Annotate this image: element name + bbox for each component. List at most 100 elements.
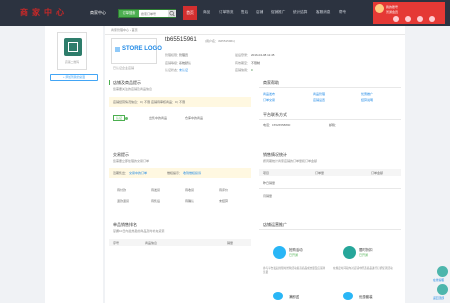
- nav-store[interactable]: 店铺: [256, 10, 263, 15]
- search-input[interactable]: [141, 11, 167, 16]
- store-username: (用户名：tb65515961): [205, 39, 235, 43]
- promo-status: 已开通: [359, 253, 369, 257]
- card-subtitle: 您需要立即处理的交易订单: [113, 159, 150, 163]
- meta-value: 0: [251, 68, 253, 72]
- col-header: 订单量: [315, 170, 325, 175]
- verify-status-link[interactable]: 未认证: [179, 68, 188, 72]
- promo-name[interactable]: 优惠套装: [359, 294, 373, 299]
- help-link[interactable]: 结算说明: [361, 98, 373, 102]
- meta-label: 有效期至：: [235, 61, 251, 65]
- divider: [259, 119, 401, 120]
- discount-icon[interactable]: [343, 246, 356, 259]
- site-logo[interactable]: 商家中心: [20, 7, 68, 18]
- table-row-label: 昨日销量: [263, 181, 276, 185]
- trade-cell[interactable]: 待评价: [219, 188, 228, 192]
- divider: [259, 188, 401, 189]
- nav-statistics[interactable]: 统计结算: [293, 10, 307, 15]
- sales-ranking-card: 单品销售排名 掌握10日内最热卖的商品及时补充货源 序号 商品信息 销量: [109, 222, 251, 262]
- meta-label: 店铺等级：: [165, 61, 181, 65]
- card-subtitle: 按周期统计商家店铺的订单量和订单金额: [263, 159, 318, 163]
- bundle-icon[interactable]: [343, 292, 353, 300]
- contact-email: 邮箱：: [329, 123, 339, 127]
- bar-text: 维权提示：: [167, 171, 183, 175]
- gift-icon[interactable]: [273, 292, 283, 300]
- avatar[interactable]: [375, 4, 384, 13]
- trade-cell[interactable]: 未结算: [219, 199, 228, 203]
- user-panel[interactable]: 我的账号 普通会员: [373, 2, 445, 24]
- top-navbar: 商家中心 商家中心 订单搜索 首页 商品 订单物流 售后 店铺 促销推广 统计结…: [0, 0, 450, 26]
- goods-in-warehouse-link[interactable]: 仓库中的商品: [185, 116, 203, 120]
- store-logo-text: STORE LOGO: [122, 46, 162, 52]
- divider: [259, 229, 401, 230]
- meta-label: 最后登录：: [235, 53, 251, 57]
- trade-cell[interactable]: 待付款: [117, 188, 126, 192]
- goods-on-sale-link[interactable]: 出售中的商品: [149, 116, 167, 120]
- promo-name[interactable]: 限时折扣: [359, 247, 373, 252]
- meta-label: 管理权限：: [165, 53, 181, 57]
- settings-icon[interactable]: [405, 16, 411, 22]
- help-link[interactable]: 订单交易: [263, 98, 275, 102]
- col-header: 序号: [113, 240, 120, 245]
- add-to-desktop-button[interactable]: + 添加到我的桌面: [50, 74, 98, 81]
- help-link[interactable]: 商品管理: [313, 92, 325, 96]
- trade-cell[interactable]: 待收货: [185, 188, 194, 192]
- rail-label[interactable]: 在线客服: [433, 278, 444, 282]
- store-verify-label: 已认证企业店铺: [113, 66, 135, 70]
- promo-name[interactable]: 满即送: [289, 294, 299, 299]
- alert-bar: 店铺经营情况信息：0 | 不限 店铺待审核商品：0 | 不限: [109, 97, 251, 107]
- rail-label[interactable]: 返回顶部: [433, 296, 444, 300]
- help-link[interactable]: 商品发布: [263, 92, 275, 96]
- store-id: tb65515961: [165, 37, 197, 43]
- left-panel: 店铺二维码 + 添加到我的桌面: [45, 26, 103, 303]
- promo-name[interactable]: 抢购活动: [289, 247, 303, 252]
- bar-link[interactable]: 交易中的订单: [129, 171, 147, 175]
- message-icon[interactable]: [417, 16, 423, 22]
- nav-home[interactable]: 首页: [183, 6, 197, 20]
- card-title: 商家帮助: [263, 80, 279, 85]
- verify-badge[interactable]: 认证: [113, 115, 125, 121]
- alert-bar-text: 店铺经营情况信息：0 | 不限 店铺待审核商品：0 | 不限: [113, 100, 186, 104]
- card-title: 平台联系方式: [263, 112, 287, 117]
- flash-sale-icon[interactable]: [273, 246, 286, 259]
- seller-center-title[interactable]: 商家中心: [90, 10, 106, 16]
- search-box: 订单搜索: [118, 9, 176, 18]
- qr-caption: 店铺二维码: [65, 60, 79, 64]
- promo-desc: 在规定时间段内对店铺中所选商品进行打折促销活动: [333, 267, 393, 270]
- qr-code-icon: [64, 38, 82, 56]
- card-title: 店铺运营推广: [263, 222, 287, 227]
- promo-desc: 参与平台发起的限时抢购活动提高商品成交量及店铺浏览量: [263, 267, 326, 274]
- nav-help[interactable]: 帮专: [339, 10, 346, 15]
- main-content: 商家管理中心 › 首页 STORE LOGO 已认证企业店铺 tb6551596…: [105, 26, 405, 303]
- customer-service-icon[interactable]: [437, 266, 448, 277]
- help-link[interactable]: 店铺设置: [313, 98, 325, 102]
- user-level: 普通会员: [386, 10, 399, 14]
- nav-promotion[interactable]: 促销推广: [271, 10, 285, 15]
- merchant-help-card: 商家帮助 商品发布 商品管理 优惠推广 订单交易 店铺设置 结算说明: [259, 80, 401, 110]
- search-button[interactable]: [168, 10, 176, 17]
- platform-contact-card: 平台联系方式 电话：15526558890 邮箱：: [259, 112, 401, 132]
- search-type-dropdown[interactable]: 订单搜索: [119, 10, 139, 17]
- logout-icon[interactable]: [429, 16, 435, 22]
- trade-cell[interactable]: 待确认: [185, 199, 194, 203]
- meta-value: 2016-04-08 11:45: [251, 53, 275, 57]
- promotion-card: 店铺运营推广 抢购活动 已开通 参与平台发起的限时抢购活动提高商品成交量及店铺浏…: [259, 222, 401, 302]
- trade-cell[interactable]: 退款退货: [117, 199, 129, 203]
- home-icon[interactable]: [393, 16, 399, 22]
- divider: [105, 34, 405, 35]
- trade-cell[interactable]: 待发货: [151, 188, 160, 192]
- trade-cell[interactable]: 待售后: [151, 199, 160, 203]
- store-logo[interactable]: STORE LOGO: [111, 38, 162, 64]
- contact-phone: 电话：15526558890: [263, 123, 291, 127]
- meta-value: 系统默认: [179, 61, 192, 65]
- back-to-top-icon[interactable]: [437, 284, 448, 295]
- user-name[interactable]: 我的账号: [386, 5, 398, 9]
- nav-goods[interactable]: 商品: [203, 10, 210, 15]
- card-title: 单品销售排名: [113, 222, 137, 227]
- nav-orders[interactable]: 订单物流: [219, 10, 233, 15]
- help-link[interactable]: 优惠推广: [361, 92, 373, 96]
- bar-text: 近期售出：: [113, 171, 129, 175]
- nav-messages[interactable]: 客服消息: [316, 10, 330, 15]
- table-row-label: 月销量: [263, 194, 273, 198]
- bar-link[interactable]: 收到维权投诉: [183, 171, 201, 175]
- nav-aftersale[interactable]: 售后: [241, 10, 248, 15]
